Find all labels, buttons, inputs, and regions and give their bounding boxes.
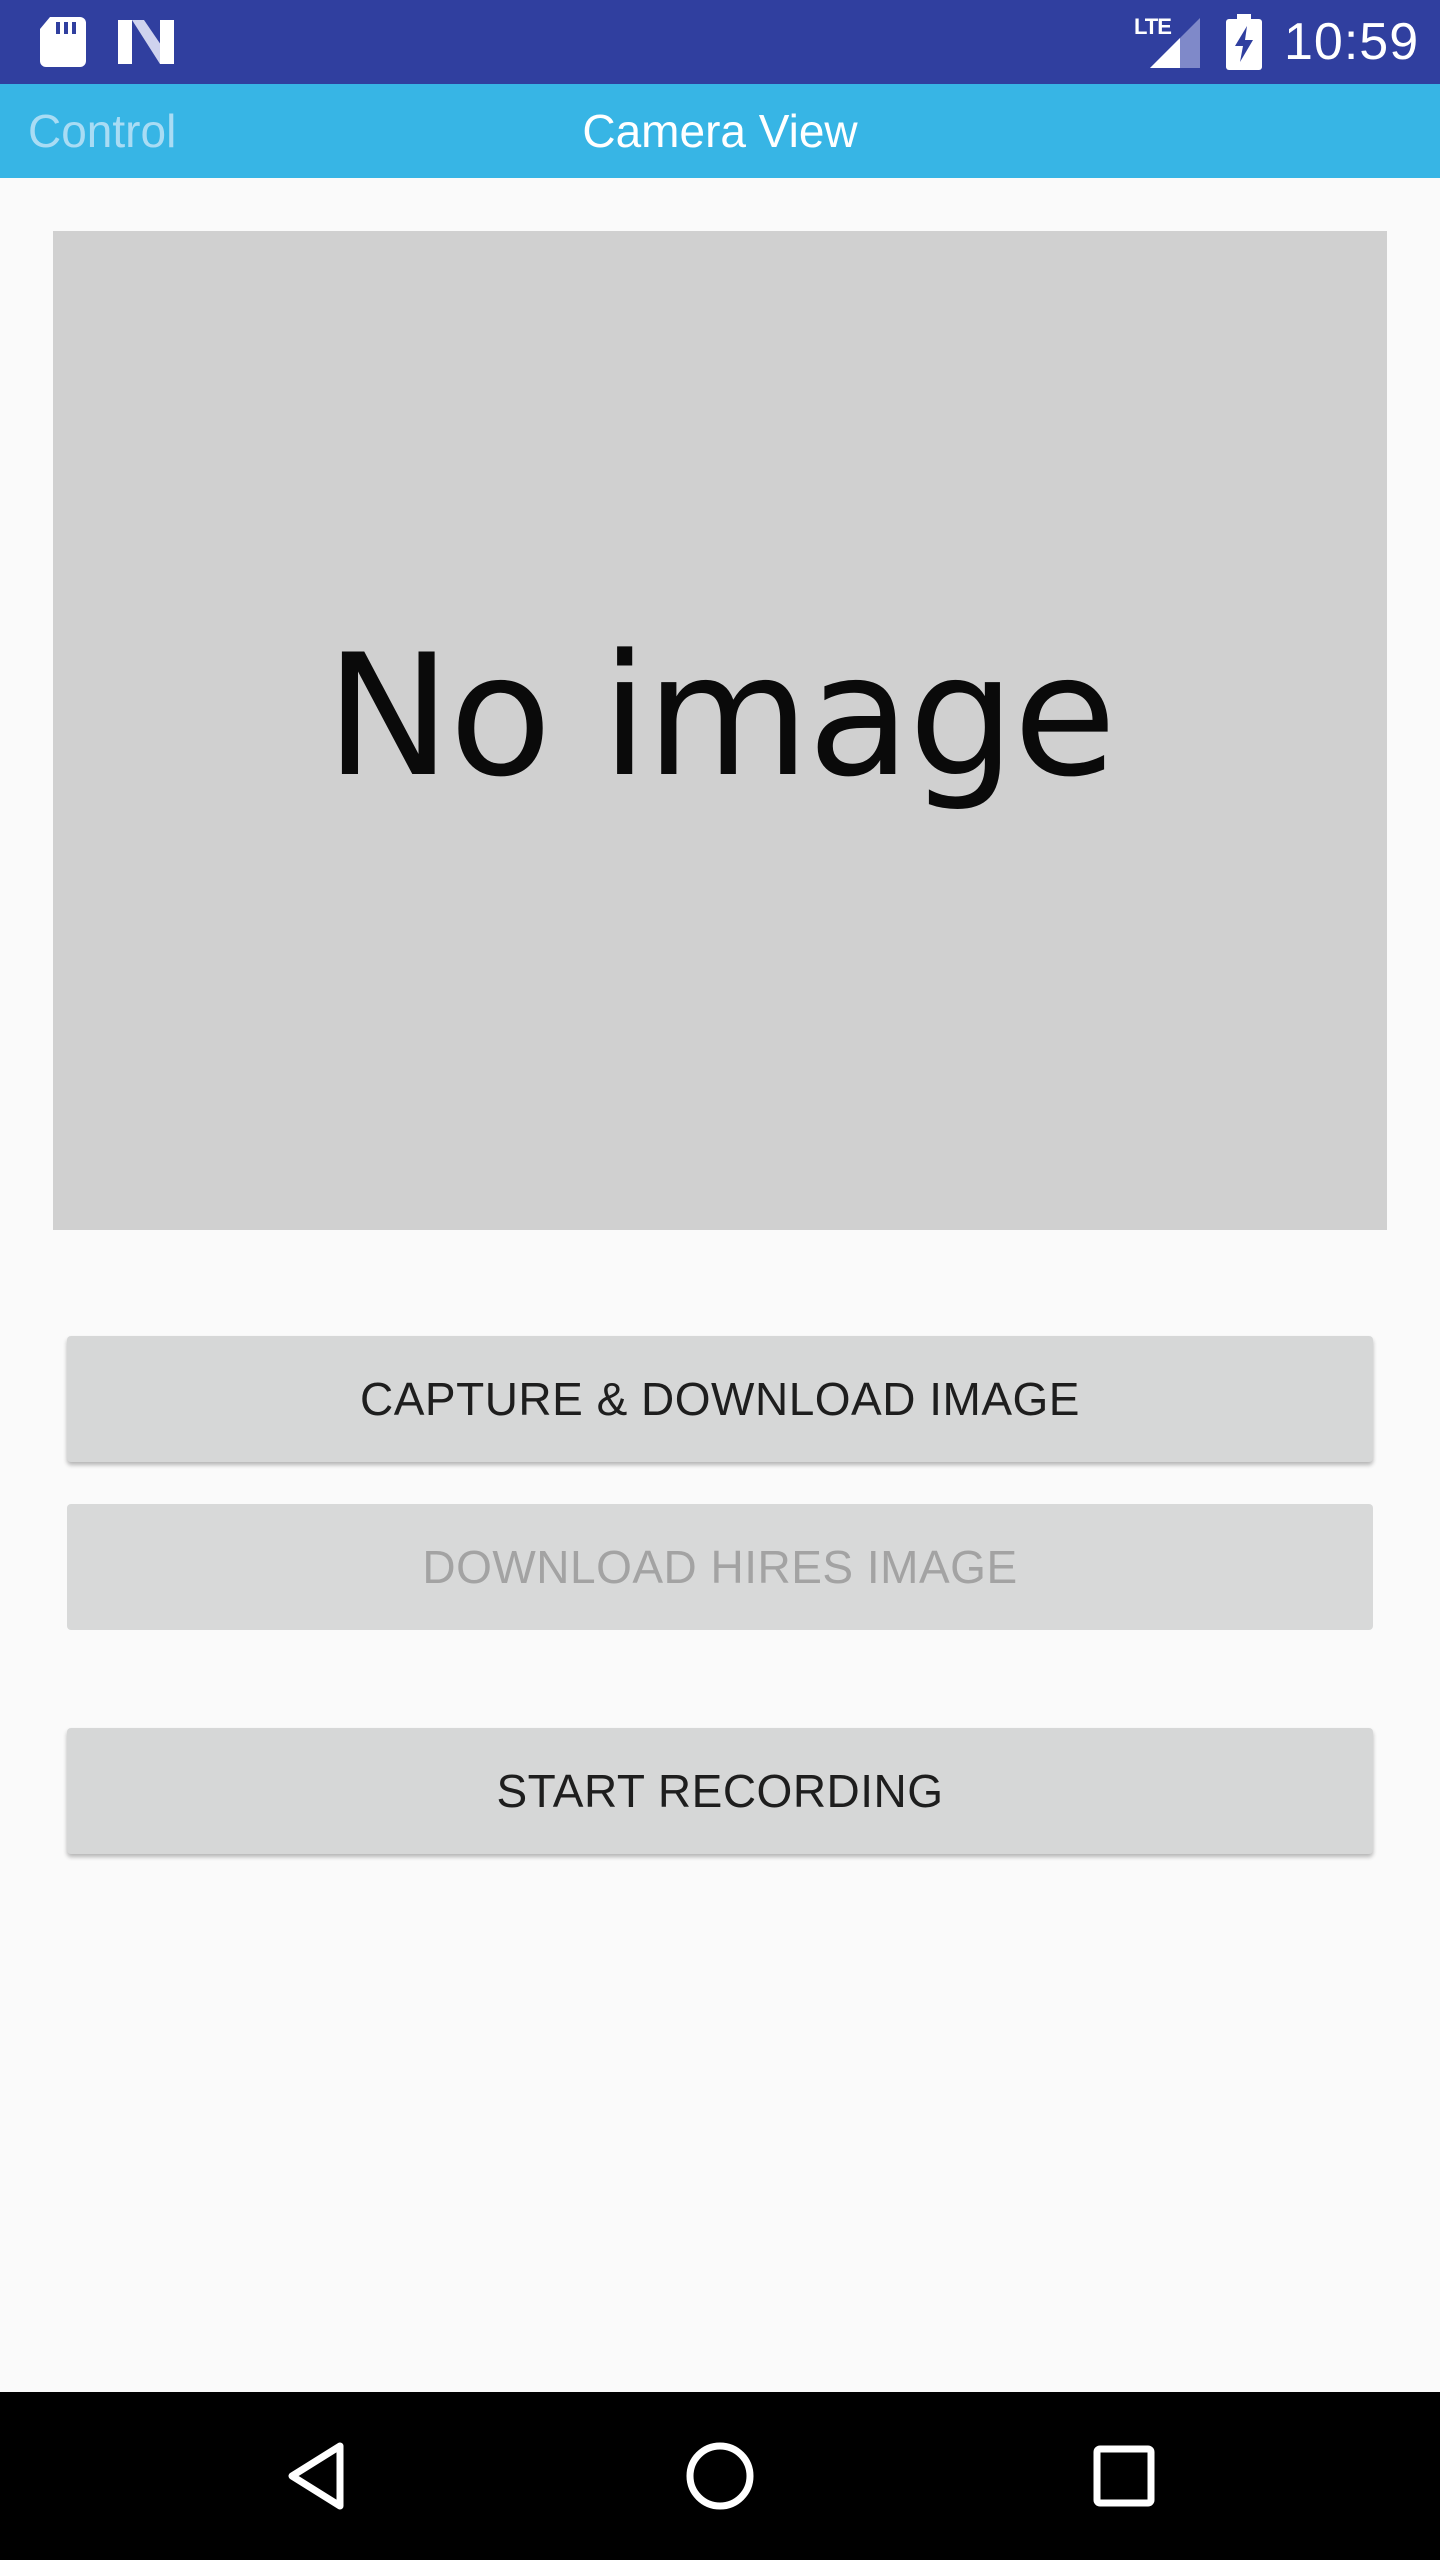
status-bar: LTE 10:59 — [0, 0, 1440, 84]
navigation-bar — [0, 2392, 1440, 2560]
nav-back-button[interactable] — [232, 2392, 400, 2560]
action-bar: Camera View Control — [0, 84, 1440, 178]
control-back-link[interactable]: Control — [28, 84, 176, 178]
home-circle-icon — [686, 2442, 754, 2510]
status-time: 10:59 — [1284, 13, 1420, 71]
capture-download-image-button[interactable]: CAPTURE & DOWNLOAD IMAGE — [67, 1336, 1373, 1462]
nav-recents-button[interactable] — [1040, 2392, 1208, 2560]
nav-home-button[interactable] — [636, 2392, 804, 2560]
recents-square-icon — [1093, 2445, 1155, 2507]
download-hires-image-button[interactable]: DOWNLOAD HIRES IMAGE — [67, 1504, 1373, 1630]
n-notification-icon — [118, 20, 174, 64]
sd-card-icon — [40, 17, 86, 67]
page-title: Camera View — [582, 105, 858, 157]
no-image-placeholder: No image — [325, 617, 1116, 814]
camera-image-view: No image — [53, 231, 1387, 1230]
lte-signal-icon — [1150, 18, 1200, 68]
battery-charging-icon — [1226, 14, 1262, 70]
start-recording-button[interactable]: START RECORDING — [67, 1728, 1373, 1854]
back-triangle-icon — [288, 2442, 344, 2510]
